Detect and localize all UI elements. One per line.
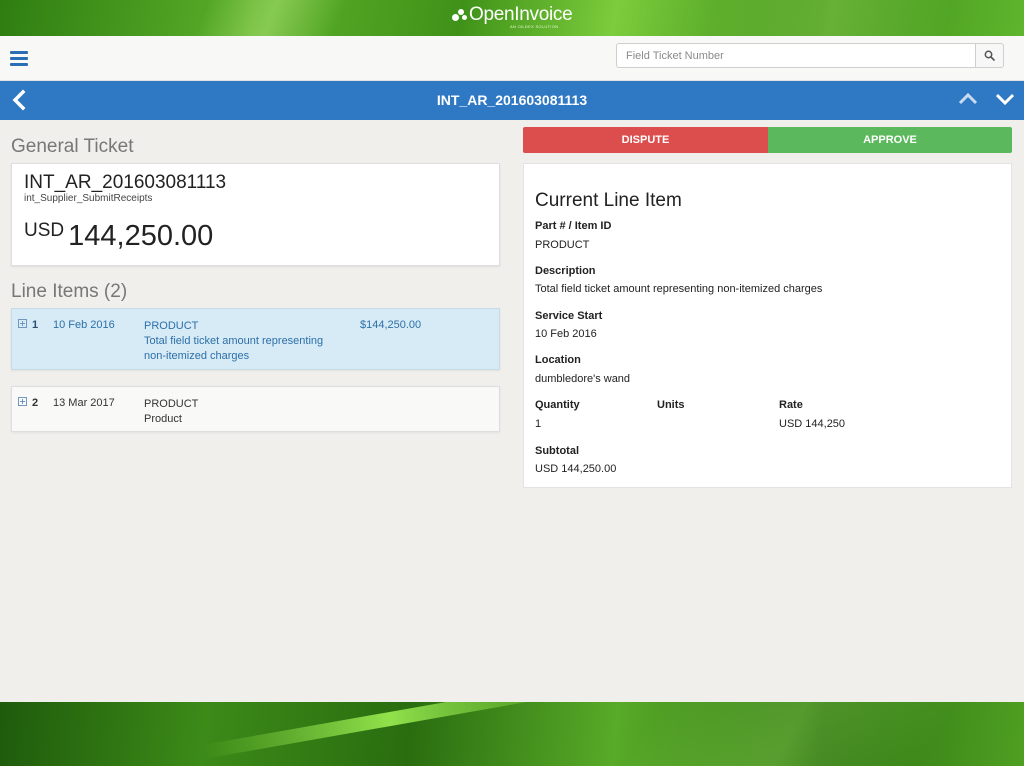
- ticket-amount: 144,250.00: [68, 220, 214, 252]
- logo-tagline: AN OILDEX SOLUTION: [510, 24, 559, 29]
- line-item-price: $144,250.00: [360, 319, 422, 331]
- current-line-item-heading: Current Line Item: [535, 190, 682, 211]
- approve-button[interactable]: APPROVE: [768, 127, 1012, 153]
- menu-icon[interactable]: [10, 51, 28, 66]
- line-item-date: 10 Feb 2016: [53, 319, 115, 331]
- part-value: PRODUCT: [535, 239, 590, 251]
- service-start-value: 10 Feb 2016: [535, 328, 597, 340]
- part-label: Part # / Item ID: [535, 220, 612, 232]
- service-start-label: Service Start: [535, 310, 603, 322]
- chevron-down-icon: [995, 93, 1015, 106]
- general-ticket-card: INT_AR_201603081113 int_Supplier_SubmitR…: [11, 163, 500, 266]
- toolbar: [0, 36, 1024, 81]
- next-item-button[interactable]: [994, 91, 1016, 107]
- search-icon: [984, 50, 995, 61]
- ticket-id: INT_AR_201603081113: [24, 172, 227, 193]
- description-value: Total field ticket amount representing n…: [535, 283, 823, 295]
- supplier-name: int_Supplier_SubmitReceipts: [24, 193, 153, 204]
- current-line-item-card: Current Line Item Part # / Item ID PRODU…: [523, 163, 1012, 488]
- logo-text: OpenInvoice: [469, 4, 573, 25]
- line-item-number: 1: [32, 319, 39, 331]
- quantity-value: 1: [535, 418, 542, 430]
- line-item-row[interactable]: 2 13 Mar 2017 PRODUCT Product: [11, 386, 500, 432]
- line-item-date: 13 Mar 2017: [53, 397, 115, 409]
- units-label: Units: [657, 399, 685, 411]
- quantity-label: Quantity: [535, 399, 580, 411]
- location-label: Location: [535, 354, 581, 366]
- dispute-button[interactable]: DISPUTE: [523, 127, 768, 153]
- general-ticket-heading: General Ticket: [11, 136, 134, 157]
- description-label: Description: [535, 265, 596, 277]
- header-banner: OpenInvoice AN OILDEX SOLUTION: [0, 0, 1024, 36]
- location-value: dumbledore's wand: [535, 373, 631, 385]
- line-item-number: 2: [32, 397, 39, 409]
- expand-icon[interactable]: [18, 319, 27, 328]
- line-item-description-block: PRODUCT Total field ticket amount repres…: [144, 319, 344, 364]
- line-item-description: Product: [144, 413, 182, 425]
- page-title: INT_AR_201603081113: [436, 92, 588, 108]
- chevron-up-icon: [958, 92, 978, 105]
- search-button[interactable]: [975, 43, 1004, 68]
- ticket-total: USD 144,250.00: [24, 220, 213, 252]
- line-item-description-block: PRODUCT Product: [144, 397, 344, 427]
- openinvoice-logo: OpenInvoice AN OILDEX SOLUTION: [452, 4, 573, 31]
- expand-icon[interactable]: [18, 397, 27, 406]
- chevron-left-icon: [12, 89, 26, 111]
- subtotal-value: USD 144,250.00: [535, 463, 617, 475]
- field-ticket-search-input[interactable]: [616, 43, 976, 68]
- line-item-part: PRODUCT: [144, 398, 199, 410]
- back-button[interactable]: [10, 89, 30, 111]
- line-item-part: PRODUCT: [144, 320, 199, 332]
- line-item-description: Total field ticket amount representing n…: [144, 335, 324, 362]
- title-bar: INT_AR_201603081113: [0, 81, 1024, 120]
- rate-value: USD 144,250: [779, 418, 846, 430]
- ticket-currency: USD: [24, 220, 65, 241]
- previous-item-button[interactable]: [957, 91, 979, 107]
- footer-banner: [0, 702, 1024, 766]
- logo-mark-icon: [452, 8, 468, 22]
- line-items-heading: Line Items (2): [11, 281, 128, 302]
- rate-label: Rate: [779, 399, 803, 411]
- line-item-row[interactable]: 1 10 Feb 2016 PRODUCT Total field ticket…: [11, 308, 500, 370]
- subtotal-label: Subtotal: [535, 445, 579, 457]
